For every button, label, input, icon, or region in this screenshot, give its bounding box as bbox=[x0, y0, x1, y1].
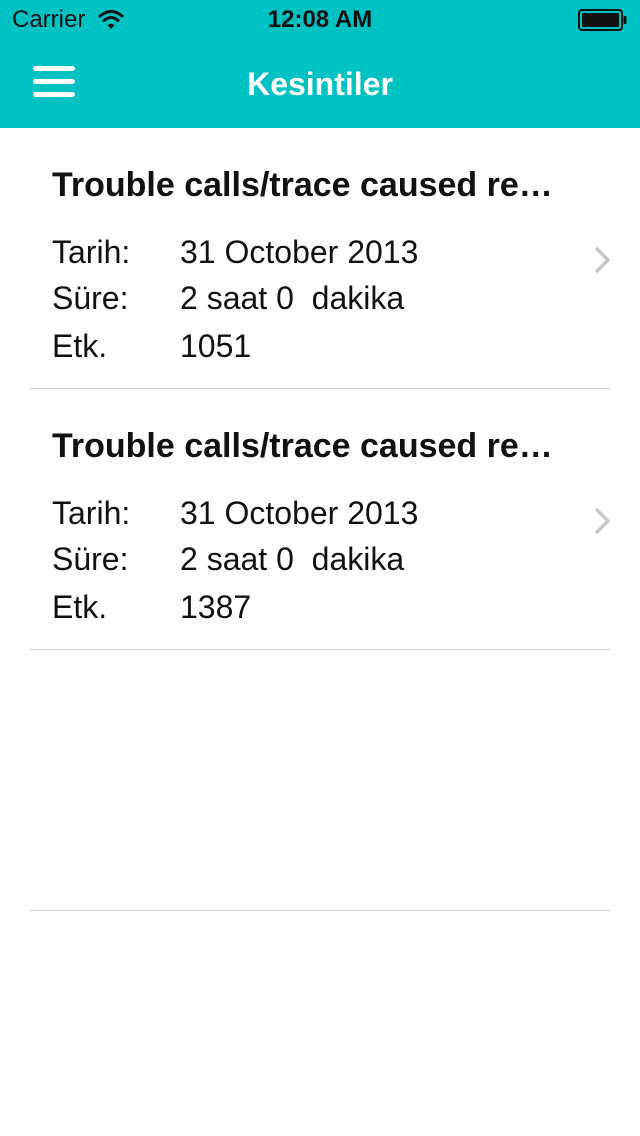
row-divider bbox=[30, 910, 610, 911]
date-field: Tarih: 31 October 2013 bbox=[52, 495, 418, 532]
duration-label: Süre: bbox=[52, 541, 129, 577]
outage-title: Trouble calls/trace caused re… bbox=[52, 427, 553, 465]
battery-icon bbox=[578, 9, 627, 31]
outage-title: Trouble calls/trace caused re… bbox=[52, 166, 553, 204]
date-field: Tarih: 31 October 2013 bbox=[52, 234, 418, 271]
affected-field: Etk. 1387 bbox=[52, 589, 251, 626]
duration-field: Süre: 2 saat 0 dakika bbox=[52, 280, 404, 317]
affected-label: Etk. bbox=[52, 328, 108, 364]
page-title: Kesintiler bbox=[247, 66, 393, 102]
empty-row bbox=[0, 650, 640, 911]
outage-row[interactable]: Trouble calls/trace caused re… Tarih: 31 … bbox=[0, 128, 640, 389]
outage-row[interactable]: Trouble calls/trace caused re… Tarih: 31 … bbox=[0, 389, 640, 650]
chevron-right-icon bbox=[595, 247, 610, 273]
date-label: Tarih: bbox=[52, 234, 131, 270]
date-value: 31 October 2013 bbox=[180, 495, 419, 531]
duration-field: Süre: 2 saat 0 dakika bbox=[52, 541, 404, 578]
date-label: Tarih: bbox=[52, 495, 131, 531]
duration-value: 2 saat 0 dakika bbox=[180, 541, 405, 577]
outage-list: Trouble calls/trace caused re… Tarih: 31 … bbox=[0, 128, 640, 911]
affected-value: 1387 bbox=[180, 589, 252, 625]
affected-value: 1051 bbox=[180, 328, 252, 364]
duration-value: 2 saat 0 dakika bbox=[180, 280, 405, 316]
status-bar: Carrier 12:08 AM bbox=[0, 0, 640, 40]
affected-label: Etk. bbox=[52, 589, 108, 625]
date-value: 31 October 2013 bbox=[180, 234, 419, 270]
affected-field: Etk. 1051 bbox=[52, 328, 251, 365]
duration-label: Süre: bbox=[52, 280, 129, 316]
chevron-right-icon bbox=[595, 508, 610, 534]
clock: 12:08 AM bbox=[267, 6, 373, 33]
navigation-bar: Kesintiler bbox=[0, 40, 640, 128]
